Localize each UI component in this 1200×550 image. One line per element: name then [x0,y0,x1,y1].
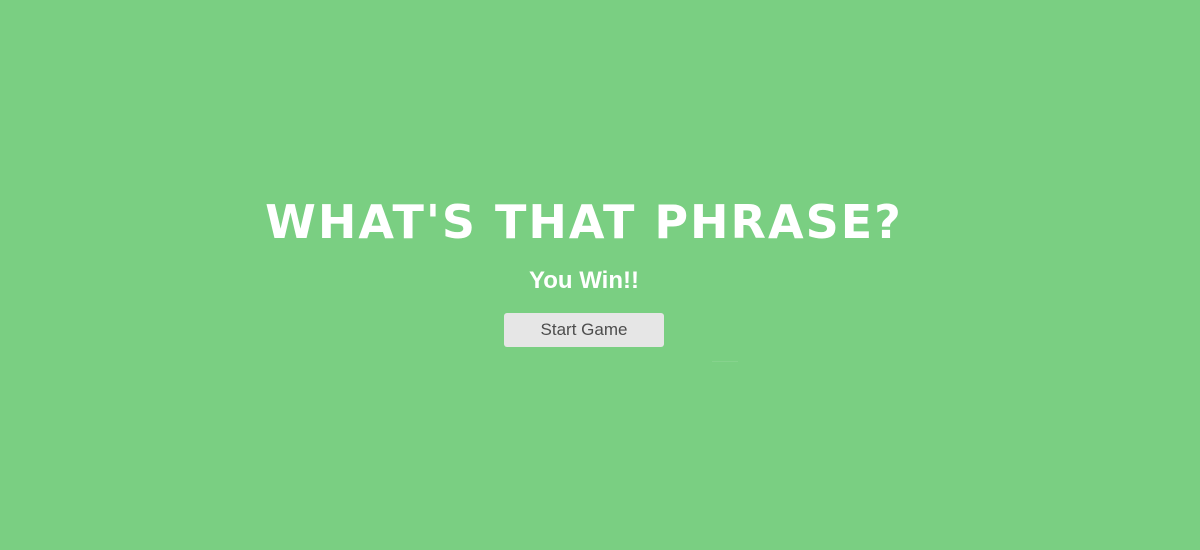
result-message: You Win!! [529,267,639,294]
win-overlay: WHAT'S THAT PHRASE? You Win!! Start Game [0,0,1200,550]
game-title: WHAT'S THAT PHRASE? [265,195,903,249]
start-game-button[interactable]: Start Game [504,313,664,347]
divider [712,361,738,362]
